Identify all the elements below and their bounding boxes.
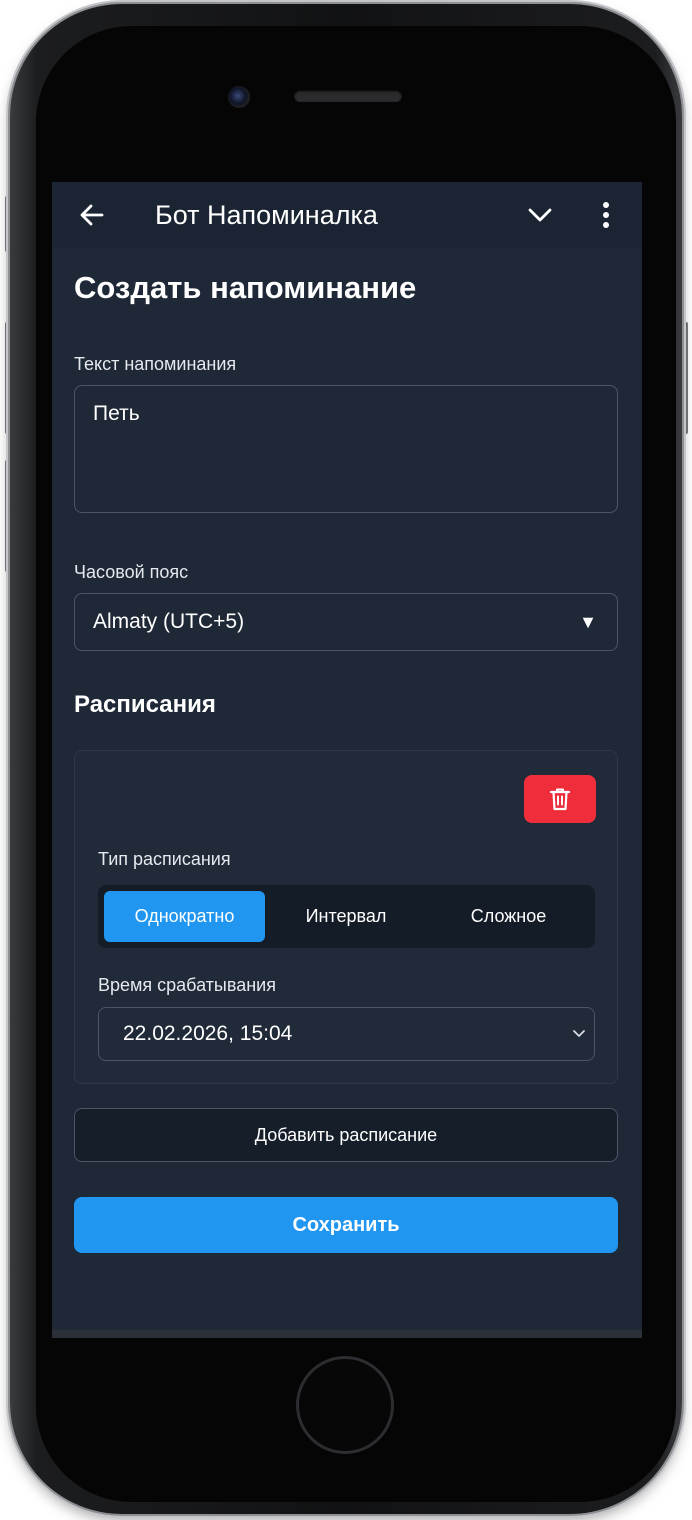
page-title: Создать напоминание [74, 270, 417, 305]
schedule-type-label: Тип расписания [98, 849, 231, 869]
dropdown-arrow-icon: ▼ [579, 612, 597, 632]
schedule-type-complex[interactable]: Сложное [428, 891, 589, 942]
reminder-text-label: Текст напоминания [74, 354, 237, 374]
schedule-type-selector: Однократно Интервал Сложное [98, 885, 595, 948]
schedules-section-title: Расписания [74, 691, 216, 718]
bottom-strip [52, 1330, 642, 1338]
earpiece-speaker [294, 90, 402, 102]
add-schedule-button[interactable]: Добавить расписание [74, 1108, 618, 1162]
reminder-text-input[interactable]: Петь [74, 385, 618, 513]
schedule-type-interval[interactable]: Интервал [266, 891, 426, 942]
collapse-button[interactable] [520, 190, 560, 240]
arrow-left-icon [80, 204, 104, 226]
schedule-card: Тип расписания Однократно Интервал Сложн… [74, 750, 618, 1084]
phone-power-button [682, 322, 688, 434]
trigger-time-label: Время срабатывания [98, 975, 276, 995]
chevron-down-icon [528, 208, 552, 222]
app-header: Бот Напоминалка [52, 182, 642, 248]
home-button[interactable] [296, 1356, 394, 1454]
chevron-down-icon [573, 1030, 585, 1037]
more-vertical-icon [603, 202, 609, 228]
front-camera [228, 86, 250, 108]
delete-schedule-button[interactable] [524, 775, 596, 823]
app-screen: Бот Напоминалка Создать напоминание Текс… [52, 182, 642, 1338]
more-menu-button[interactable] [588, 190, 624, 240]
trigger-time-value: 22.02.2026, 15:04 [123, 1022, 293, 1045]
trash-icon [549, 788, 571, 811]
timezone-label: Часовой пояс [74, 562, 189, 582]
timezone-value: Almaty (UTC+5) [93, 610, 245, 633]
schedule-type-once[interactable]: Однократно [104, 891, 265, 942]
header-title: Бот Напоминалка [155, 200, 378, 230]
back-button[interactable] [72, 190, 112, 240]
save-button[interactable]: Сохранить [74, 1197, 618, 1253]
trigger-time-input[interactable]: 22.02.2026, 15:04 [98, 1007, 595, 1061]
timezone-select[interactable]: Almaty (UTC+5) ▼ [74, 593, 618, 651]
